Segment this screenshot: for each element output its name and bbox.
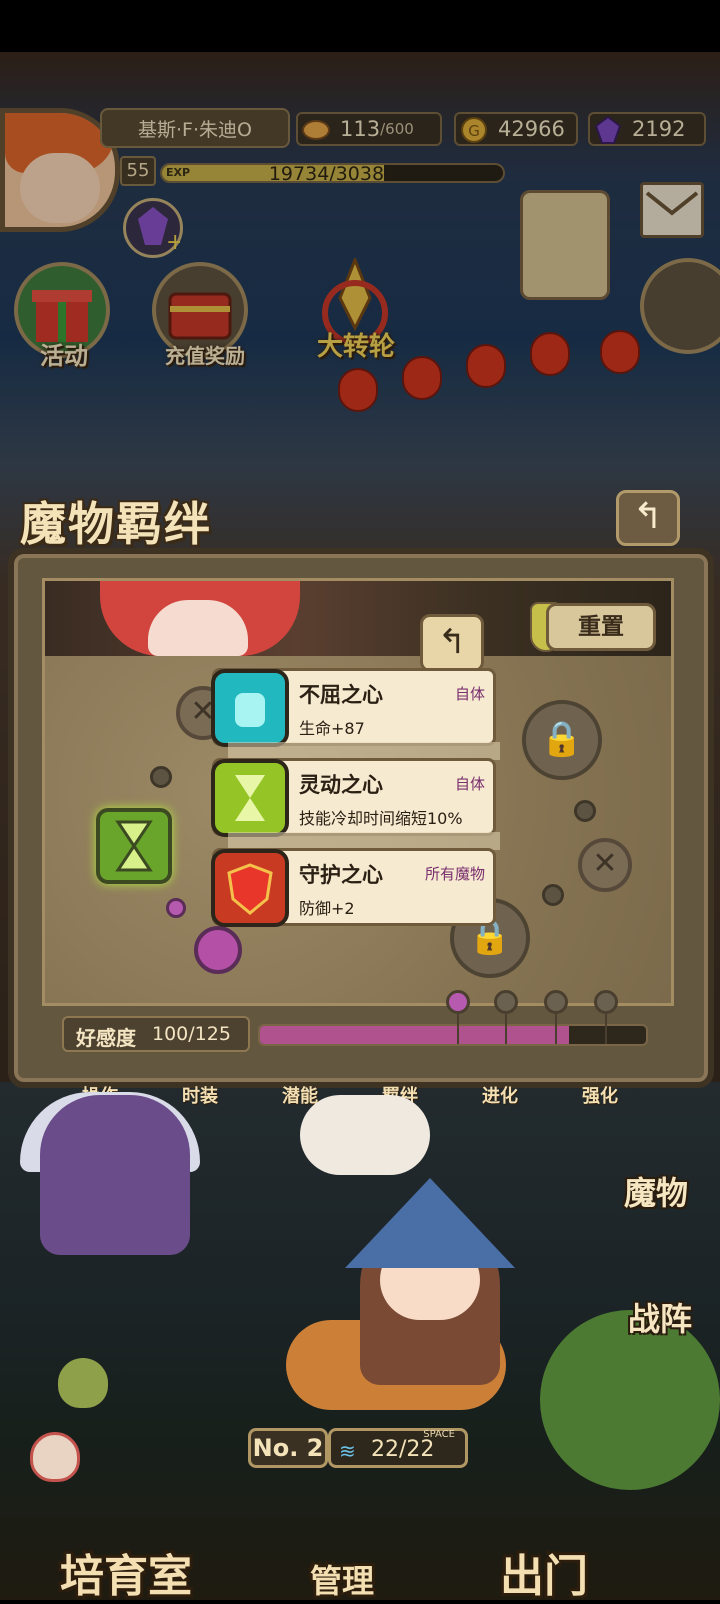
bond-card-name: 守护之心: [299, 863, 383, 887]
nav-manage[interactable]: 管理: [310, 1556, 374, 1602]
monster-portrait-face: [148, 600, 248, 656]
lock-node[interactable]: 🔒: [522, 700, 602, 780]
space-counter: ≋ SPACE 22/22: [328, 1428, 468, 1468]
affinity-fill: [260, 1026, 569, 1044]
bond-card-target: 所有魔物: [424, 865, 485, 883]
shield-icon: [211, 849, 289, 927]
affinity-label: 好感度: [76, 1026, 136, 1050]
egg-icon[interactable]: [30, 1432, 80, 1482]
bond-card-effect: 技能冷却时间缩短10%: [299, 809, 463, 828]
reset-button[interactable]: 重置: [546, 603, 656, 651]
nav-go-out[interactable]: 出门: [500, 1540, 588, 1604]
affinity-milestone-pin[interactable]: [446, 990, 470, 1044]
unlocked-node[interactable]: [194, 926, 242, 974]
bond-card-name: 不屈之心: [299, 683, 383, 707]
space-value: 22/22: [371, 1437, 435, 1462]
status-bar: [0, 0, 720, 52]
bond-card-target: 自体: [454, 685, 485, 703]
monster-sprite-sheep[interactable]: [300, 1095, 430, 1175]
locked-x-node[interactable]: ✕: [578, 838, 632, 892]
tab-potential[interactable]: 潜能: [282, 1082, 318, 1107]
affinity-bar: [258, 1024, 648, 1046]
unlocked-path-dot: [166, 898, 186, 918]
back-arrow-icon[interactable]: ↰: [420, 614, 484, 672]
agility-heart-node[interactable]: [96, 808, 172, 884]
bond-card-effect: 生命+87: [299, 719, 365, 738]
space-icon: ≋: [339, 1439, 356, 1463]
affinity-milestone-pin[interactable]: [594, 990, 618, 1044]
monster-button[interactable]: 魔物: [596, 1168, 716, 1224]
formation-button[interactable]: 战阵: [600, 1294, 720, 1350]
path-dot: [574, 800, 596, 822]
hourglass-icon: [211, 759, 289, 837]
fist-icon: [211, 669, 289, 747]
bond-card-name: 灵动之心: [299, 773, 383, 797]
bond-card-2[interactable]: 灵动之心 自体 技能冷却时间缩短10%: [211, 758, 496, 837]
bond-card-effect: 防御+2: [299, 899, 355, 918]
tab-evolve[interactable]: 进化: [482, 1082, 518, 1107]
monster-number: No. 2: [248, 1428, 328, 1468]
egg-icon[interactable]: [58, 1358, 108, 1408]
close-dialog-button[interactable]: ↰: [616, 490, 680, 546]
tab-fashion[interactable]: 时装: [182, 1082, 218, 1107]
bond-card-3[interactable]: 守护之心 所有魔物 防御+2: [211, 848, 496, 927]
affinity-label-box: 好感度 100/125: [62, 1016, 250, 1052]
affinity-milestone-pin[interactable]: [494, 990, 518, 1044]
tab-enhance[interactable]: 强化: [582, 1082, 618, 1107]
path-dot: [542, 884, 564, 906]
path-dot: [150, 766, 172, 788]
dialog-title: 魔物羁绊: [20, 497, 212, 551]
hourglass-icon: [115, 820, 153, 872]
monster-sprite-left-body: [40, 1095, 190, 1255]
nav-breeding-room[interactable]: 培育室: [60, 1540, 192, 1604]
bond-card-target: 自体: [454, 775, 485, 793]
bond-card-1[interactable]: 不屈之心 自体 生命+87: [211, 668, 496, 747]
affinity-milestone-pin[interactable]: [544, 990, 568, 1044]
affinity-value: 100/125: [152, 1023, 231, 1045]
